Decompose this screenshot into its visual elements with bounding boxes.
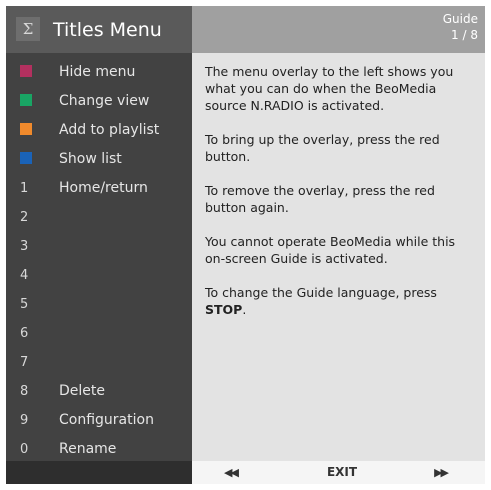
menu-item-7[interactable]: 7 (6, 348, 192, 377)
menu-item-label: Rename (59, 441, 117, 457)
menu-item-number: 3 (20, 239, 29, 254)
menu-item-number: 6 (20, 326, 29, 341)
menu-item-delete[interactable]: 8 Delete (6, 377, 192, 406)
red-key-icon (20, 65, 32, 77)
menu-item-3[interactable]: 3 (6, 232, 192, 261)
stop-key-label: STOP (205, 302, 243, 317)
titles-menu-panel: Σ Titles Menu Hide menu Change view Add … (6, 6, 192, 484)
menu-item-label: Home/return (59, 180, 148, 196)
guide-paragraph: You cannot operate BeoMedia while this o… (205, 234, 456, 266)
menu-header: Σ Titles Menu (6, 6, 192, 53)
guide-paragraph-end: . (242, 302, 247, 317)
menu-item-4[interactable]: 4 (6, 261, 192, 290)
menu-item-hide-menu[interactable]: Hide menu (6, 58, 192, 87)
guide-nav-bar: ◀◀ EXIT ▶▶ (192, 461, 485, 484)
menu-items: Hide menu Change view Add to playlist Sh… (6, 58, 192, 464)
menu-item-change-view[interactable]: Change view (6, 87, 192, 116)
menu-item-5[interactable]: 5 (6, 290, 192, 319)
guide-label: Guide (442, 12, 478, 26)
blue-key-icon (20, 152, 32, 164)
guide-page-indicator: 1 / 8 (451, 28, 478, 42)
menu-item-label: Add to playlist (59, 122, 160, 138)
fast-forward-icon[interactable]: ▶▶ (434, 461, 449, 484)
guide-paragraph: To change the Guide language, press STOP… (205, 284, 473, 318)
guide-header: Guide 1 / 8 (192, 6, 485, 53)
beomedia-overlay: Σ Titles Menu Hide menu Change view Add … (6, 6, 485, 484)
menu-item-label: Configuration (59, 412, 154, 428)
menu-item-number: 8 (20, 384, 29, 399)
guide-panel: Guide 1 / 8 The menu overlay to the left… (192, 6, 485, 484)
menu-item-add-to-playlist[interactable]: Add to playlist (6, 116, 192, 145)
exit-button[interactable]: EXIT (312, 461, 372, 484)
menu-item-number: 0 (20, 442, 29, 457)
rewind-icon[interactable]: ◀◀ (224, 461, 239, 484)
menu-item-6[interactable]: 6 (6, 319, 192, 348)
guide-paragraph: To bring up the overlay, press the red b… (205, 132, 440, 164)
menu-item-label: Show list (59, 151, 122, 167)
menu-item-number: 5 (20, 297, 29, 312)
menu-item-number: 1 (20, 181, 29, 196)
menu-title: Titles Menu (53, 19, 162, 41)
menu-item-label: Delete (59, 383, 105, 399)
menu-item-label: Hide menu (59, 64, 136, 80)
menu-item-2[interactable]: 2 (6, 203, 192, 232)
menu-item-number: 4 (20, 268, 29, 283)
guide-paragraph-text: To change the Guide language, press (205, 285, 437, 300)
guide-paragraph: To remove the overlay, press the red but… (205, 183, 435, 215)
sigma-icon: Σ (16, 17, 40, 41)
menu-item-label: Change view (59, 93, 150, 109)
menu-item-number: 2 (20, 210, 29, 225)
menu-footer (6, 461, 192, 484)
yellow-key-icon (20, 123, 32, 135)
menu-item-configuration[interactable]: 9 Configuration (6, 406, 192, 435)
menu-item-number: 7 (20, 355, 29, 370)
guide-paragraph: The menu overlay to the left shows you w… (205, 64, 454, 113)
menu-item-number: 9 (20, 413, 29, 428)
menu-item-rename[interactable]: 0 Rename (6, 435, 192, 464)
green-key-icon (20, 94, 32, 106)
menu-item-home-return[interactable]: 1 Home/return (6, 174, 192, 203)
guide-text: The menu overlay to the left shows you w… (205, 63, 473, 335)
menu-item-show-list[interactable]: Show list (6, 145, 192, 174)
